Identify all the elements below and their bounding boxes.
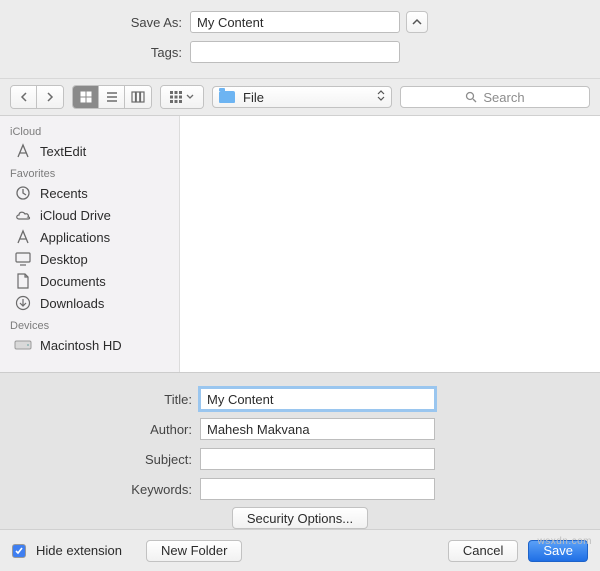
sidebar-item-label: Macintosh HD (40, 338, 122, 353)
folder-icon (219, 91, 235, 103)
author-input[interactable] (200, 418, 435, 440)
hide-extension-label: Hide extension (36, 543, 122, 558)
downloads-icon (14, 295, 32, 311)
sidebar-item-label: Desktop (40, 252, 88, 267)
sidebar-item-textedit[interactable]: TextEdit (0, 140, 179, 162)
column-view-button[interactable] (125, 86, 151, 108)
hide-extension-checkbox[interactable] (12, 544, 26, 558)
search-icon (465, 91, 477, 103)
sidebar-item-applications[interactable]: Applications (0, 226, 179, 248)
saveas-row: Save As: (0, 10, 600, 34)
sidebar-item-label: iCloud Drive (40, 208, 111, 223)
sidebar-section-devices: Devices (0, 314, 179, 334)
applications-icon (14, 229, 32, 245)
collapse-toggle-button[interactable] (406, 11, 428, 33)
sidebar-item-label: Downloads (40, 296, 104, 311)
grid-small-icon (170, 91, 182, 103)
keywords-row: Keywords: (0, 477, 600, 501)
icloud-icon (14, 207, 32, 223)
sidebar-item-label: Applications (40, 230, 110, 245)
file-list[interactable] (180, 116, 600, 372)
new-folder-button[interactable]: New Folder (146, 540, 242, 562)
sidebar-item-downloads[interactable]: Downloads (0, 292, 179, 314)
sidebar-item-macintosh-hd[interactable]: Macintosh HD (0, 334, 179, 356)
nav-group (10, 85, 64, 109)
documents-icon (14, 273, 32, 289)
sidebar-item-documents[interactable]: Documents (0, 270, 179, 292)
watermark: wsxdn.com (537, 536, 592, 547)
sidebar-item-label: Documents (40, 274, 106, 289)
chevron-down-icon (186, 94, 194, 100)
icon-view-button[interactable] (73, 86, 99, 108)
disk-icon (14, 337, 32, 353)
recents-icon (14, 185, 32, 201)
author-row: Author: (0, 417, 600, 441)
footer: Hide extension New Folder Cancel Save (0, 529, 600, 571)
tags-label: Tags: (0, 45, 190, 60)
title-row: Title: (0, 387, 600, 411)
subject-row: Subject: (0, 447, 600, 471)
desktop-icon (14, 251, 32, 267)
check-icon (14, 546, 24, 556)
forward-button[interactable] (37, 86, 63, 108)
grid-icon (80, 91, 92, 103)
sidebar-item-recents[interactable]: Recents (0, 182, 179, 204)
keywords-input[interactable] (200, 478, 435, 500)
folder-label: File (243, 90, 264, 105)
sidebar-item-label: TextEdit (40, 144, 86, 159)
list-view-button[interactable] (99, 86, 125, 108)
saveas-label: Save As: (0, 15, 190, 30)
security-options-row: Security Options... (0, 507, 600, 529)
chevron-up-icon (412, 18, 422, 26)
save-header: Save As: Tags: (0, 0, 600, 78)
arrange-button[interactable] (161, 86, 203, 108)
metadata-panel: Title: Author: Subject: Keywords: Securi… (0, 372, 600, 539)
search-input[interactable]: Search (400, 86, 590, 108)
sidebar-item-desktop[interactable]: Desktop (0, 248, 179, 270)
title-input[interactable] (200, 388, 435, 410)
toolbar: File Search (0, 79, 600, 116)
cancel-button[interactable]: Cancel (448, 540, 518, 562)
sidebar: iCloud TextEdit Favorites Recents iCloud… (0, 116, 180, 372)
tags-row: Tags: (0, 40, 600, 64)
browser-area: iCloud TextEdit Favorites Recents iCloud… (0, 116, 600, 372)
title-label: Title: (0, 392, 200, 407)
security-options-button[interactable]: Security Options... (232, 507, 368, 529)
keywords-label: Keywords: (0, 482, 200, 497)
sidebar-section-favorites: Favorites (0, 162, 179, 182)
folder-dropdown[interactable]: File (212, 86, 392, 108)
chevron-right-icon (46, 92, 54, 102)
search-placeholder: Search (483, 90, 524, 105)
arrange-group (160, 85, 204, 109)
tags-input[interactable] (190, 41, 400, 63)
subject-input[interactable] (200, 448, 435, 470)
textedit-icon (14, 143, 32, 159)
sidebar-section-icloud: iCloud (0, 120, 179, 140)
author-label: Author: (0, 422, 200, 437)
sidebar-item-label: Recents (40, 186, 88, 201)
list-icon (106, 91, 118, 103)
subject-label: Subject: (0, 452, 200, 467)
columns-icon (131, 91, 145, 103)
sidebar-item-iclouddrive[interactable]: iCloud Drive (0, 204, 179, 226)
updown-icon (377, 90, 385, 101)
chevron-left-icon (20, 92, 28, 102)
back-button[interactable] (11, 86, 37, 108)
saveas-input[interactable] (190, 11, 400, 33)
view-mode-group (72, 85, 152, 109)
